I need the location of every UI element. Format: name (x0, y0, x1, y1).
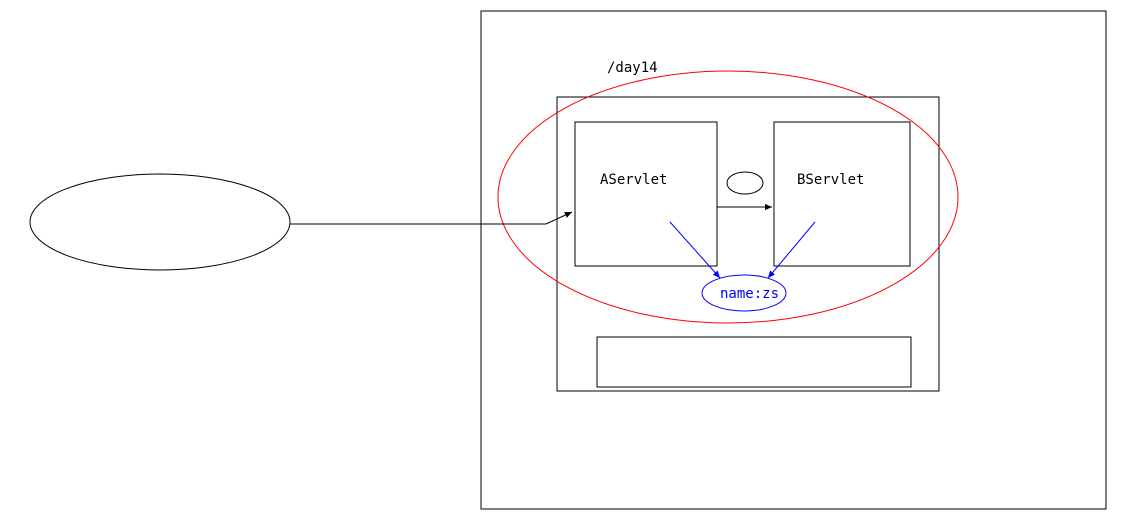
bservlet-box (774, 122, 910, 266)
bservlet-label: BServlet (797, 172, 864, 188)
inner-container-rect (557, 97, 939, 391)
client-ellipse (30, 174, 290, 270)
diagram-canvas (0, 0, 1125, 525)
aservlet-box (575, 122, 717, 266)
name-zs-text: name:zs (720, 286, 779, 302)
aservlet-label: AServlet (600, 172, 667, 188)
arrow-aservlet-to-name (670, 222, 720, 278)
arrow-client-to-aservlet-head-seg (546, 212, 572, 224)
small-ellipse (727, 172, 763, 194)
lower-inner-rect (597, 337, 911, 387)
arrow-bservlet-to-name (768, 222, 815, 278)
context-path-label: /day14 (607, 60, 658, 76)
